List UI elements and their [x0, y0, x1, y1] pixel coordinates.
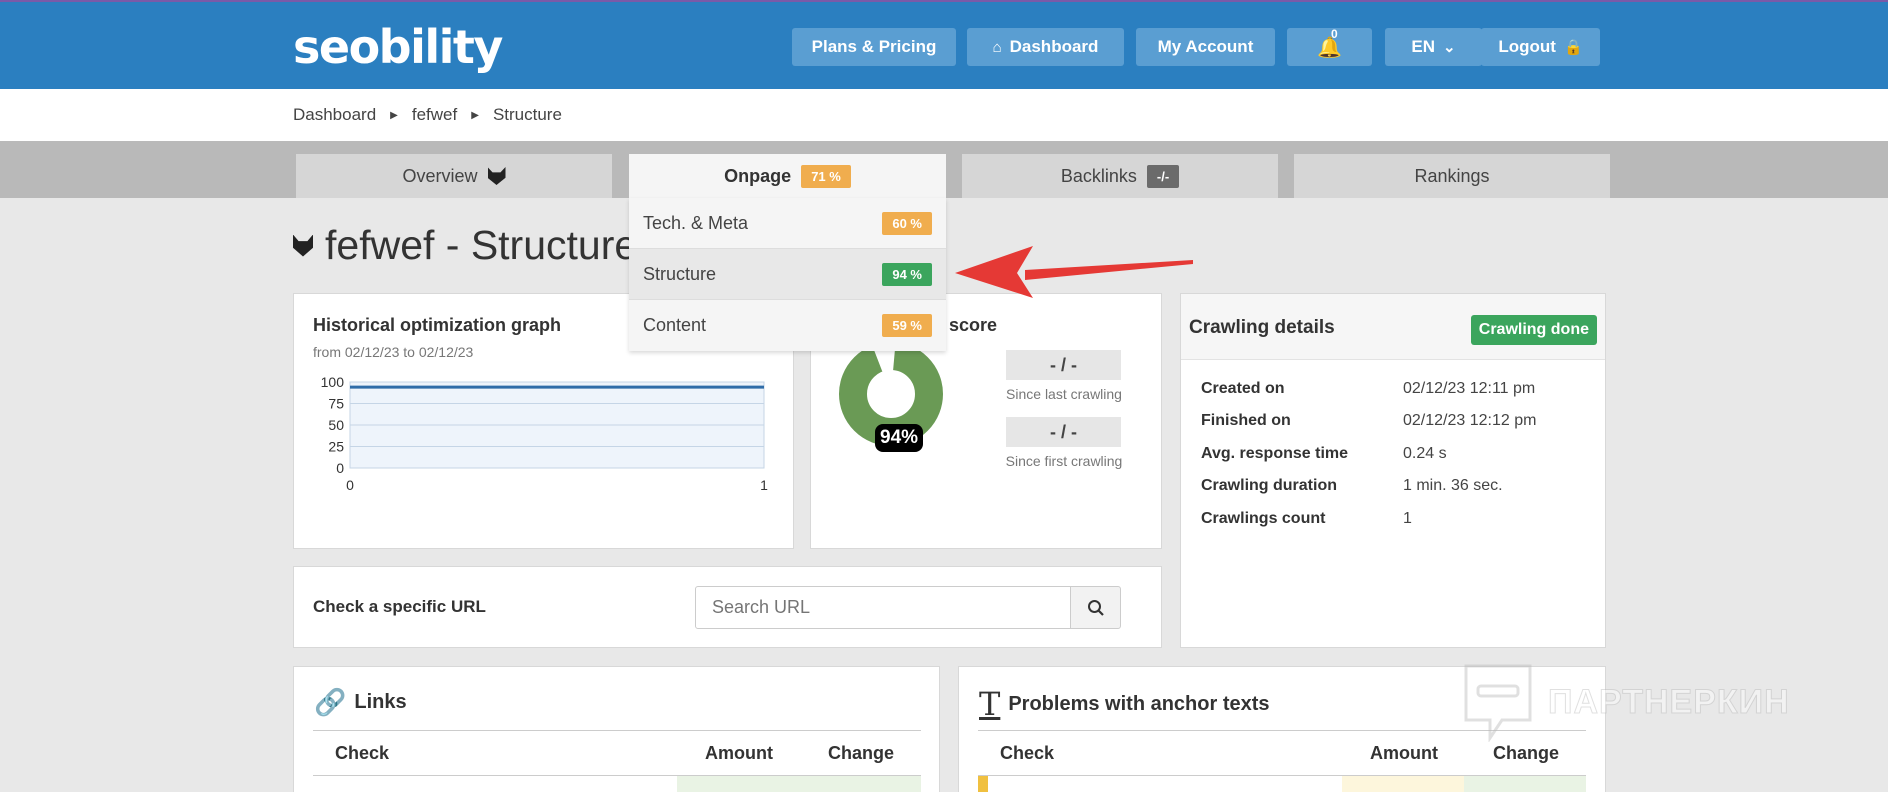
plans-pricing-button[interactable]: Plans & Pricing: [792, 28, 956, 66]
breadcrumb-project[interactable]: fefwef: [412, 105, 457, 125]
menu-item-content[interactable]: Content 59 %: [629, 300, 946, 351]
watermark-text: ПАРТНЕРКИН: [1548, 682, 1790, 721]
search-button[interactable]: [1070, 586, 1121, 629]
column-amount: Amount: [1370, 743, 1438, 763]
crawling-title: Crawling details: [1189, 317, 1335, 338]
top-navbar: seobility Plans & Pricing ⌂ Dashboard My…: [0, 0, 1888, 89]
column-change: Change: [828, 743, 895, 763]
search-url-input[interactable]: [695, 586, 1071, 629]
score-title: score: [949, 315, 998, 335]
graph-subtitle: from 02/12/23 to 02/12/23: [313, 344, 474, 360]
link-icon: 🔗: [314, 687, 347, 717]
since-first-value: - / -: [1006, 417, 1121, 447]
since-first-caption: Since first crawling: [1005, 453, 1123, 469]
text-format-icon: T: [979, 685, 1001, 723]
seobility-logo[interactable]: seobility: [293, 20, 503, 74]
home-icon: ⌂: [992, 38, 1002, 56]
warning-stripe: [978, 776, 988, 792]
logout-button[interactable]: Logout 🔒: [1481, 28, 1600, 66]
notification-count: 0: [1331, 26, 1338, 41]
detail-row: Crawling duration 1 min. 36 sec.: [1201, 477, 1503, 494]
bell-icon: 🔔 0: [1317, 26, 1342, 59]
detail-row: Created on 02/12/23 12:11 pm: [1201, 380, 1536, 397]
my-account-button[interactable]: My Account: [1136, 28, 1275, 66]
caret-right-icon: ▶: [390, 109, 398, 121]
detail-row: Avg. response time 0.24 s: [1201, 445, 1447, 462]
language-select[interactable]: EN ⌄: [1385, 28, 1482, 66]
links-table-header: Check Amount Change: [313, 730, 921, 776]
seobility-cat-icon: [293, 234, 313, 257]
tech-meta-badge: 60 %: [882, 211, 932, 235]
anchor-title: Problems with anchor texts: [1008, 692, 1270, 715]
breadcrumb-current: Structure: [492, 105, 562, 124]
x-tick-label: 0: [346, 477, 354, 493]
y-tick-label: 100: [321, 374, 345, 390]
detail-row: Finished on 02/12/23 12:12 pm: [1201, 412, 1537, 429]
arrow-head: [955, 246, 1033, 298]
search-icon: [1087, 599, 1104, 616]
y-tick-label: 75: [328, 396, 344, 412]
since-last-caption: Since last crawling: [1006, 386, 1122, 402]
tab-onpage[interactable]: Onpage 71 %: [629, 154, 946, 198]
graph-title: Historical optimization graph: [313, 315, 562, 335]
crawling-details-panel: Crawling details Crawling done Created o…: [1180, 293, 1606, 648]
crawling-status-badge: Crawling done: [1470, 315, 1597, 345]
content-badge: 59 %: [882, 314, 932, 337]
change-cell: [799, 776, 921, 792]
amount-cell: [677, 776, 799, 792]
red-arrow-annotation: [955, 246, 1193, 298]
x-tick-label: 1: [760, 477, 768, 493]
chevron-down-icon: ⌄: [1443, 39, 1456, 56]
column-change: Change: [1493, 743, 1560, 763]
dashboard-button[interactable]: ⌂ Dashboard: [967, 28, 1124, 66]
onpage-score-badge: 71 %: [801, 164, 851, 188]
caret-right-icon: ▶: [471, 109, 479, 121]
notifications-button[interactable]: 🔔 0: [1287, 26, 1372, 66]
lock-icon: 🔒: [1563, 39, 1583, 56]
seobility-cat-icon: [487, 167, 506, 185]
change-cell: [1464, 776, 1586, 792]
menu-item-tech-meta[interactable]: Tech. & Meta 60 %: [629, 198, 946, 249]
breadcrumb: Dashboard ▶ fefwef ▶ Structure: [293, 105, 562, 125]
since-last-value: - / -: [1006, 350, 1121, 380]
links-title: Links: [354, 691, 407, 713]
tab-backlinks[interactable]: Backlinks -/-: [962, 154, 1278, 198]
amount-cell: [1342, 776, 1464, 792]
tab-overview[interactable]: Overview: [296, 154, 612, 198]
onpage-dropdown-menu: Tech. & Meta 60 % Structure 94 % Content…: [629, 198, 946, 351]
y-tick-label: 0: [336, 460, 344, 476]
y-tick-label: 50: [328, 417, 344, 433]
column-check: Check: [335, 743, 390, 763]
optimization-line-chart: 100 75 50 25 00 1: [321, 374, 768, 493]
column-amount: Amount: [705, 743, 773, 763]
url-check-label: Check a specific URL: [313, 597, 486, 616]
page-title: fefwef - Structure: [293, 222, 637, 269]
structure-badge: 94 %: [882, 262, 932, 286]
watermark: ПАРТНЕРКИН: [1462, 662, 1790, 742]
arrow-shaft: [1025, 260, 1193, 280]
menu-item-structure[interactable]: Structure 94 %: [629, 249, 946, 300]
tab-bar: Overview Onpage 71 % Backlinks -/- Ranki…: [0, 141, 1888, 198]
column-check: Check: [1000, 743, 1055, 763]
backlinks-badge: -/-: [1146, 164, 1180, 188]
score-percent: 94%: [875, 424, 924, 452]
breadcrumb-dashboard[interactable]: Dashboard: [293, 105, 376, 125]
watermark-logo-icon: [1464, 664, 1532, 742]
breadcrumb-bar: Dashboard ▶ fefwef ▶ Structure: [0, 89, 1888, 141]
y-tick-label: 25: [328, 439, 344, 455]
tab-rankings[interactable]: Rankings: [1294, 154, 1610, 198]
detail-row: Crawlings count 1: [1201, 510, 1412, 527]
